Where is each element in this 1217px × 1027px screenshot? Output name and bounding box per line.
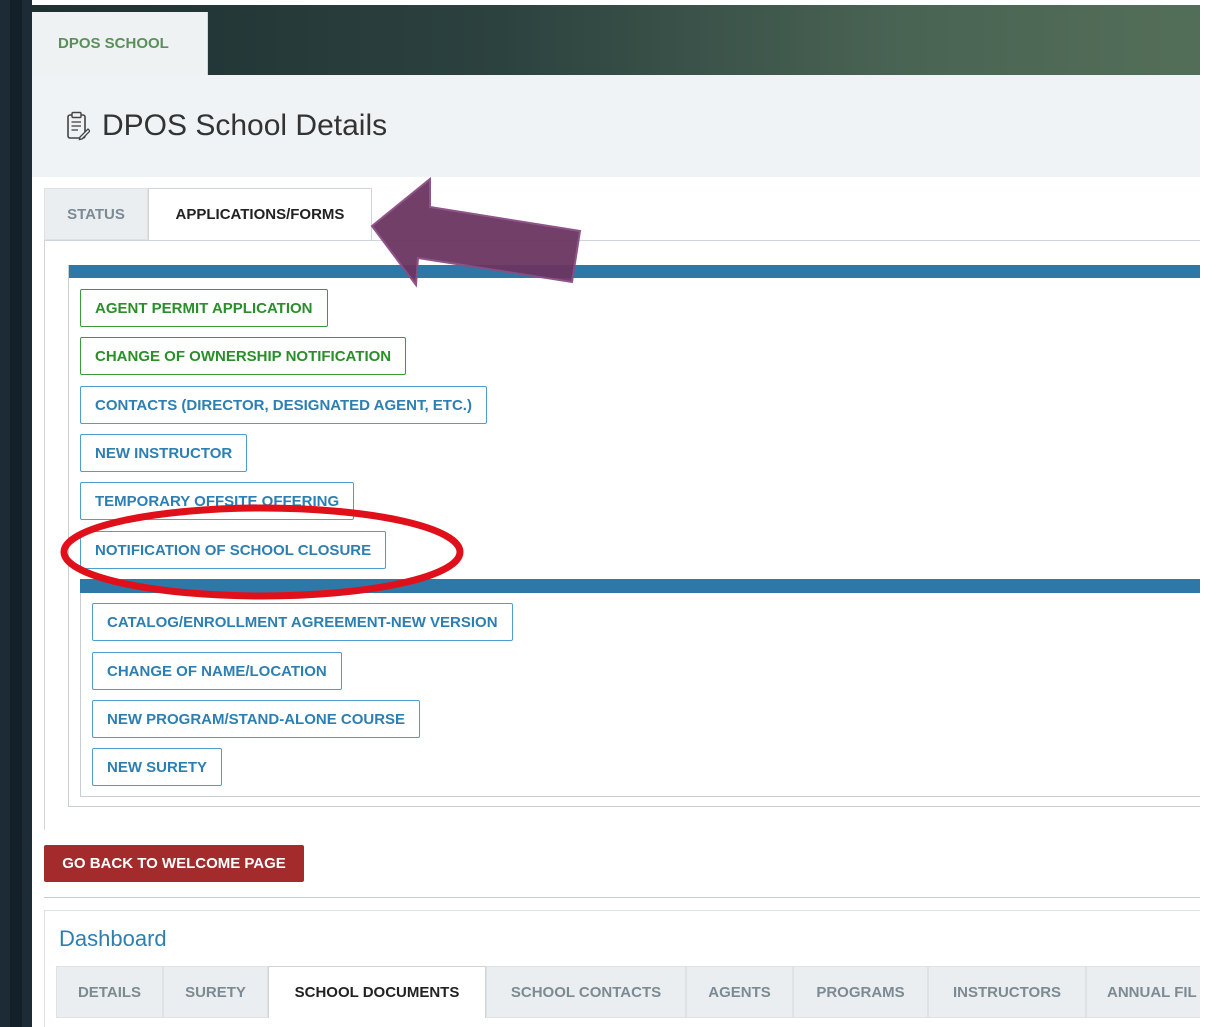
new-instructor-button[interactable]: NEW INSTRUCTOR bbox=[80, 434, 248, 472]
tab-instructors[interactable]: INSTRUCTORS bbox=[928, 966, 1086, 1018]
tab-annual-filings[interactable]: ANNUAL FIL bbox=[1086, 966, 1200, 1018]
tab-status[interactable]: STATUS bbox=[44, 188, 148, 240]
dashboard-tabs: DETAILS SURETY SCHOOL DOCUMENTS SCHOOL C… bbox=[56, 966, 1200, 1018]
tab-school-contacts[interactable]: SCHOOL CONTACTS bbox=[486, 966, 686, 1018]
clipboard-edit-icon bbox=[67, 111, 90, 141]
notification-of-school-closure-button[interactable]: NOTIFICATION OF SCHOOL CLOSURE bbox=[80, 531, 387, 569]
contacts-button[interactable]: CONTACTS (DIRECTOR, DESIGNATED AGENT, ET… bbox=[80, 386, 487, 424]
tab-details[interactable]: DETAILS bbox=[56, 966, 163, 1018]
site-tab[interactable]: DPOS SCHOOL bbox=[32, 12, 208, 75]
page-header: DPOS School Details bbox=[32, 75, 1200, 177]
subsection-bar bbox=[80, 579, 1200, 593]
tab-applications-forms[interactable]: APPLICATIONS/FORMS bbox=[148, 188, 372, 240]
new-program-button[interactable]: NEW PROGRAM/STAND-ALONE COURSE bbox=[92, 700, 421, 738]
page-title: DPOS School Details bbox=[102, 109, 388, 142]
tab-school-documents[interactable]: SCHOOL DOCUMENTS bbox=[268, 966, 486, 1018]
tab-programs[interactable]: PROGRAMS bbox=[793, 966, 928, 1018]
dashboard-title: Dashboard bbox=[59, 926, 167, 951]
temporary-offsite-offering-button[interactable]: TEMPORARY OFFSITE OFFERING bbox=[80, 482, 355, 520]
divider bbox=[44, 897, 1200, 898]
agent-permit-application-button[interactable]: AGENT PERMIT APPLICATION bbox=[80, 289, 328, 327]
go-back-welcome-button[interactable]: GO BACK TO WELCOME PAGE bbox=[44, 845, 304, 882]
change-of-name-location-button[interactable]: CHANGE OF NAME/LOCATION bbox=[92, 652, 342, 690]
tab-agents[interactable]: AGENTS bbox=[686, 966, 793, 1018]
tab-surety[interactable]: SURETY bbox=[163, 966, 268, 1018]
new-surety-button[interactable]: NEW SURETY bbox=[92, 748, 223, 786]
section-bar bbox=[69, 265, 1200, 278]
site-tab-label: DPOS SCHOOL bbox=[58, 35, 169, 52]
catalog-enrollment-agreement-button[interactable]: CATALOG/ENROLLMENT AGREEMENT-NEW VERSION bbox=[92, 603, 513, 641]
left-dark-bar bbox=[0, 0, 32, 1027]
change-of-ownership-notification-button[interactable]: CHANGE OF OWNERSHIP NOTIFICATION bbox=[80, 337, 407, 375]
top-tabs: STATUS APPLICATIONS/FORMS bbox=[44, 188, 372, 240]
